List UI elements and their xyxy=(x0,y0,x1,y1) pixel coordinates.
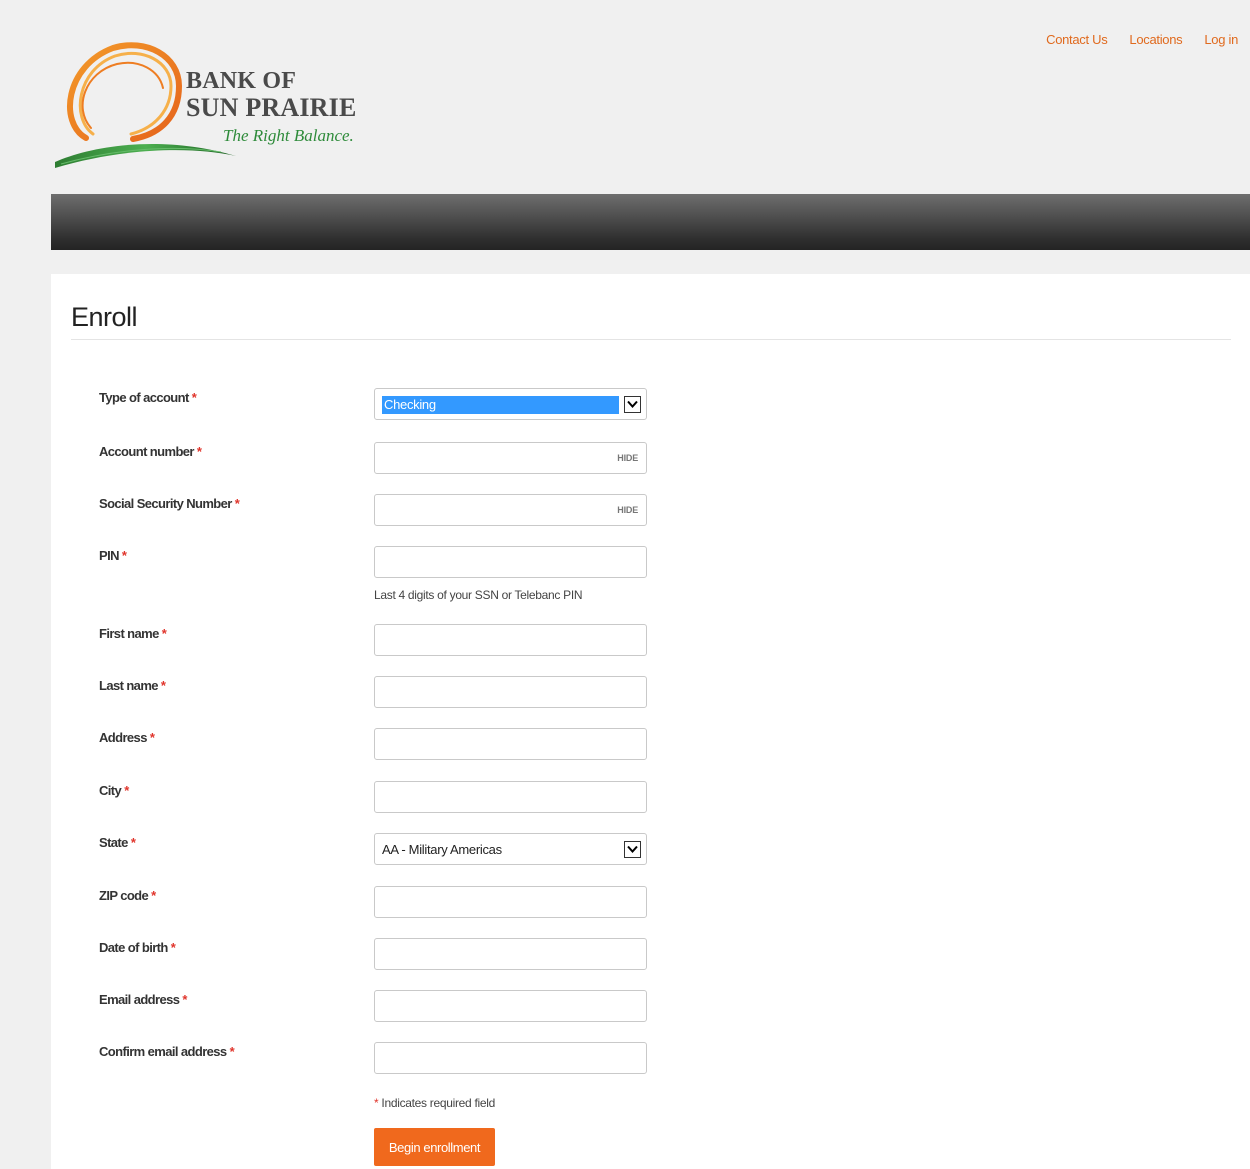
select-value: Checking xyxy=(382,396,619,414)
contact-us-link[interactable]: Contact Us xyxy=(1046,32,1108,47)
field-row-zip: ZIP code * xyxy=(99,886,659,922)
field-label: State * xyxy=(99,835,136,850)
field-label: Address * xyxy=(99,730,155,745)
field-label: Social Security Number * xyxy=(99,496,240,511)
field-label: PIN * xyxy=(99,548,127,563)
field-row-pin: PIN * Last 4 digits of your SSN or Teleb… xyxy=(99,546,659,602)
main-nav-bar xyxy=(51,194,1250,250)
email-input[interactable] xyxy=(374,990,647,1022)
bank-logo[interactable]: BANK OF SUN PRAIRIE The Right Balance. xyxy=(51,38,371,178)
required-field-note: * Indicates required field xyxy=(374,1096,495,1110)
field-row-city: City * xyxy=(99,781,659,817)
account-type-select[interactable]: Checking xyxy=(374,388,647,420)
zip-code-input[interactable] xyxy=(374,886,647,918)
field-label: First name * xyxy=(99,626,167,641)
logo-tagline: The Right Balance. xyxy=(223,126,354,145)
field-label: Last name * xyxy=(99,678,166,693)
field-label: ZIP code * xyxy=(99,888,156,903)
field-label: Date of birth * xyxy=(99,940,176,955)
field-label: Type of account * xyxy=(99,390,197,405)
field-row-state: State * AA - Military Americas xyxy=(99,833,659,869)
chevron-down-icon[interactable] xyxy=(624,841,641,858)
field-row-account-number: Account number * HIDE xyxy=(99,442,659,478)
logo-text-line1: BANK OF xyxy=(186,68,297,94)
pin-input[interactable] xyxy=(374,546,647,578)
field-label: Email address * xyxy=(99,992,188,1007)
content-card: Enroll Type of account * Checking Accoun… xyxy=(51,274,1250,1169)
field-label: Confirm email address * xyxy=(99,1044,235,1059)
field-label: City * xyxy=(99,783,129,798)
first-name-input[interactable] xyxy=(374,624,647,656)
address-input[interactable] xyxy=(374,728,647,760)
field-row-ssn: Social Security Number * HIDE xyxy=(99,494,659,530)
field-row-first-name: First name * xyxy=(99,624,659,660)
confirm-email-input[interactable] xyxy=(374,1042,647,1074)
field-label: Account number * xyxy=(99,444,202,459)
hide-toggle-button[interactable]: HIDE xyxy=(617,453,638,463)
field-row-confirm-email: Confirm email address * xyxy=(99,1042,659,1078)
select-value: AA - Military Americas xyxy=(382,842,502,857)
ssn-input[interactable]: HIDE xyxy=(374,494,647,526)
field-row-last-name: Last name * xyxy=(99,676,659,712)
utility-nav: Contact Us Locations Log in xyxy=(1046,32,1238,47)
pin-help-text: Last 4 digits of your SSN or Telebanc PI… xyxy=(374,588,583,602)
page-shell: BANK OF SUN PRAIRIE The Right Balance. C… xyxy=(7,6,1250,1169)
date-of-birth-input[interactable] xyxy=(374,938,647,970)
logo-text-line2: SUN PRAIRIE xyxy=(186,93,357,122)
last-name-input[interactable] xyxy=(374,676,647,708)
account-number-input[interactable]: HIDE xyxy=(374,442,647,474)
title-divider xyxy=(71,339,1231,340)
hide-toggle-button[interactable]: HIDE xyxy=(617,505,638,515)
chevron-down-icon[interactable] xyxy=(624,396,641,413)
field-row-account-type: Type of account * Checking xyxy=(99,388,659,424)
log-in-link[interactable]: Log in xyxy=(1204,32,1238,47)
field-row-dob: Date of birth * xyxy=(99,938,659,974)
field-row-email: Email address * xyxy=(99,990,659,1026)
locations-link[interactable]: Locations xyxy=(1129,32,1182,47)
begin-enrollment-button[interactable]: Begin enrollment xyxy=(374,1128,495,1166)
state-select[interactable]: AA - Military Americas xyxy=(374,833,647,865)
city-input[interactable] xyxy=(374,781,647,813)
field-row-address: Address * xyxy=(99,728,659,764)
page-title: Enroll xyxy=(71,302,138,332)
